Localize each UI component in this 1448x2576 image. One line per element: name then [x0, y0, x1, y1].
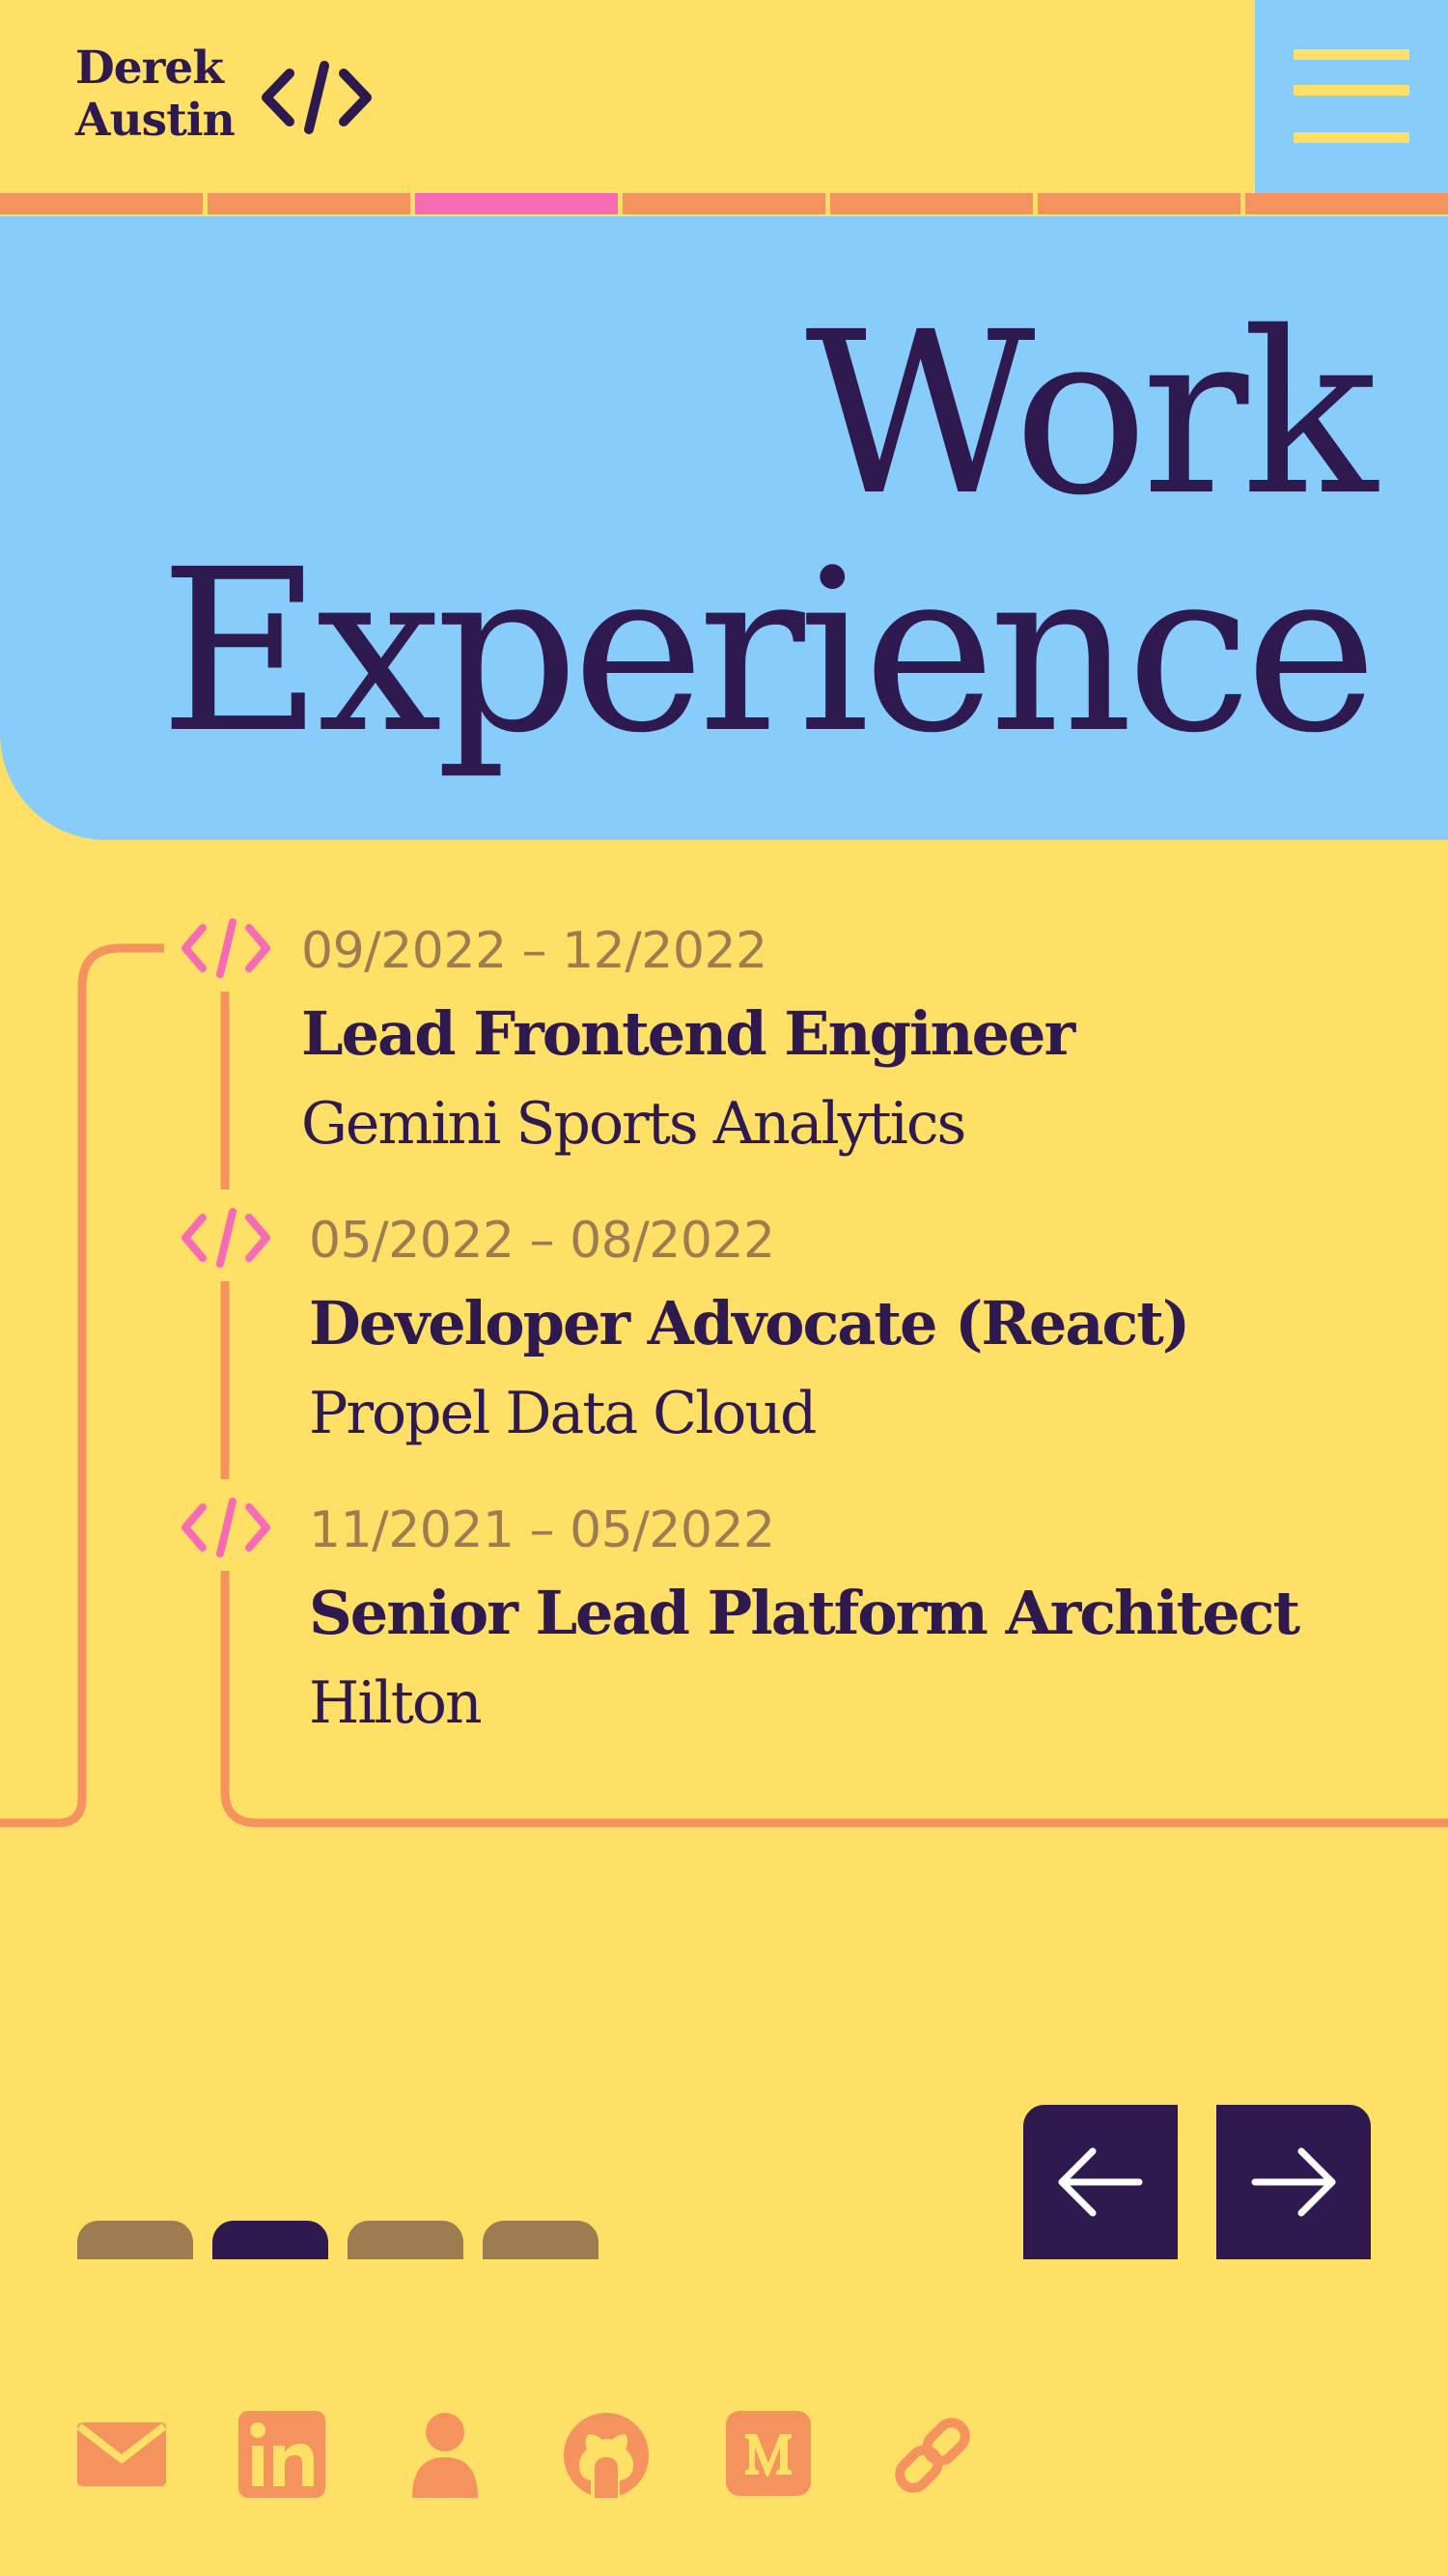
code-brackets-icon: [181, 1498, 270, 1557]
site-logo-name[interactable]: Derek Austin: [75, 42, 259, 147]
linkedin-icon: [238, 2411, 325, 2498]
github-icon: [564, 2413, 649, 2498]
pager-dot-2[interactable]: [212, 2221, 328, 2259]
section-tab-3[interactable]: [415, 193, 618, 214]
previous-button[interactable]: [1023, 2105, 1178, 2259]
section-tab-6[interactable]: [1038, 193, 1240, 214]
experience-role[interactable]: Developer Advocate (React): [309, 1289, 1190, 1358]
experience-dates: 11/2021 – 05/2022: [309, 1501, 775, 1559]
menu-button[interactable]: [1255, 0, 1448, 193]
site-header: Derek Austin: [0, 0, 1448, 193]
section-tab-strip: [0, 193, 1448, 216]
code-brackets-icon: [181, 1208, 270, 1268]
experience-dates: 09/2022 – 12/2022: [301, 922, 767, 980]
experience-dates: 05/2022 – 08/2022: [309, 1212, 775, 1270]
section-tab-4[interactable]: [623, 193, 825, 214]
medium-link[interactable]: [724, 2409, 817, 2502]
pager-dot-4[interactable]: [483, 2221, 599, 2259]
website-link[interactable]: [886, 2409, 979, 2502]
next-button[interactable]: [1216, 2105, 1371, 2259]
logo-last-name: Austin: [75, 94, 236, 147]
person-icon: [412, 2413, 478, 2498]
github-link[interactable]: [562, 2409, 654, 2502]
experience-role[interactable]: Senior Lead Platform Architect: [309, 1579, 1300, 1648]
medium-icon: [726, 2411, 811, 2496]
section-tab-7[interactable]: [1245, 193, 1448, 214]
section-tab-1[interactable]: [0, 193, 203, 214]
experience-company: Propel Data Cloud: [309, 1380, 817, 1447]
page-title: Work Experience: [158, 284, 1378, 782]
email-link[interactable]: [75, 2409, 168, 2502]
experience-company: Hilton: [309, 1669, 483, 1737]
logo-first-name: Derek: [75, 42, 224, 95]
experience-company: Gemini Sports Analytics: [301, 1090, 966, 1158]
hero-banner: Work Experience: [0, 216, 1448, 840]
code-brackets-icon: [262, 61, 372, 134]
pager-dot-3[interactable]: [348, 2221, 463, 2259]
arrow-right-icon: [1251, 2147, 1336, 2217]
email-icon: [76, 2422, 167, 2486]
link-icon: [895, 2418, 970, 2493]
pager-dot-1[interactable]: [77, 2221, 193, 2259]
experience-role[interactable]: Lead Frontend Engineer: [301, 999, 1075, 1069]
page-title-line-2: Experience: [158, 521, 1378, 782]
code-brackets-icon: [181, 918, 270, 978]
arrow-left-icon: [1058, 2147, 1143, 2217]
page-title-line-1: Work: [805, 284, 1378, 545]
section-tab-5[interactable]: [830, 193, 1033, 214]
linkedin-link[interactable]: [237, 2409, 329, 2502]
profile-link[interactable]: [399, 2409, 491, 2502]
section-tab-2[interactable]: [208, 193, 410, 214]
